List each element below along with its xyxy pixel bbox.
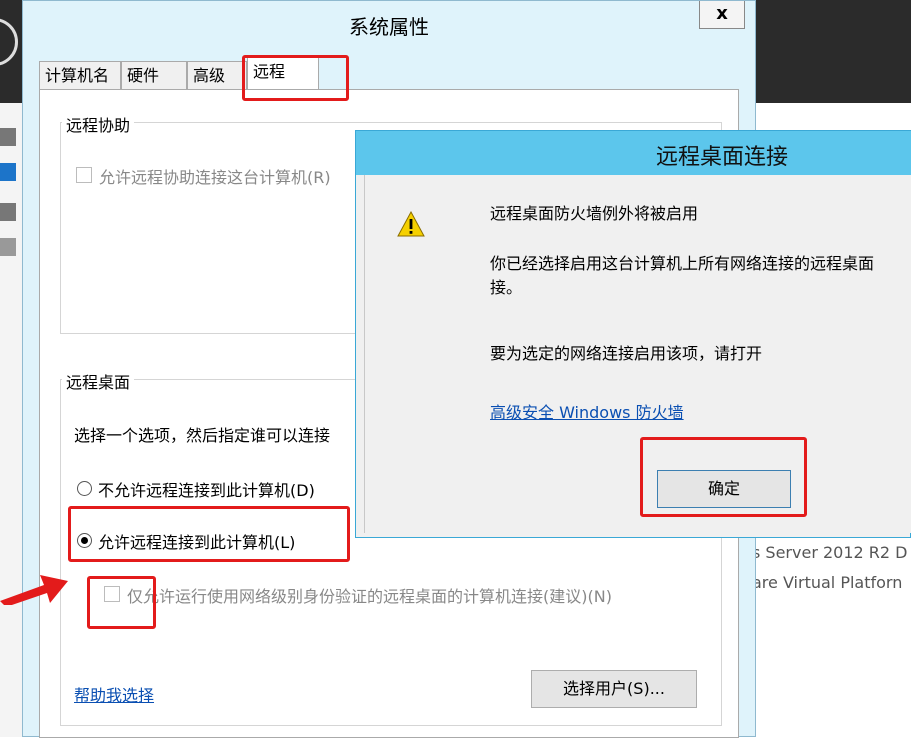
folder-icon (0, 238, 16, 256)
nla-checkbox[interactable] (104, 586, 120, 602)
os-info-text: s Server 2012 R2 D (752, 543, 908, 562)
ok-button[interactable]: 确定 (657, 470, 791, 508)
tab-advanced[interactable]: 高级 (187, 61, 247, 89)
server-icon (0, 128, 16, 146)
platform-info-text: are Virtual Platforn (752, 573, 903, 592)
popup-body: 远程桌面防火墙例外将被启用 你已经选择启用这台计算机上所有网络连接的远程桌面 接… (364, 175, 911, 533)
tab-hardware[interactable]: 硬件 (121, 61, 187, 89)
remote-desktop-title: 远程桌面 (62, 369, 135, 393)
dialog-titlebar: 系统属性 x (23, 1, 755, 45)
remote-desktop-instruction: 选择一个选项，然后指定谁可以连接 (74, 426, 331, 445)
allow-remote-label[interactable]: 允许远程连接到此计算机(L) (98, 529, 295, 553)
warning-icon (397, 211, 425, 237)
popup-title: 远程桌面连接 (656, 145, 789, 170)
message-line-2: 接。 (490, 278, 523, 297)
list-icon (0, 203, 16, 221)
red-arrow-icon (0, 575, 68, 605)
message-line-1: 你已经选择启用这台计算机上所有网络连接的远程桌面 (490, 254, 875, 273)
remote-assistance-title: 远程协助 (62, 112, 135, 136)
remote-desktop-connection-dialog: 远程桌面连接 远程桌面防火墙例外将被启用 你已经选择启用这台计算机上所有网络连接… (355, 130, 911, 538)
popup-titlebar: 远程桌面连接 (356, 131, 911, 175)
remote-assistance-label: 允许远程协助连接这台计算机(R) (99, 168, 331, 187)
nla-checkbox-label: 仅允许运行使用网络级别身份验证的远程桌面的计算机连接(建议)(N) (127, 587, 612, 606)
tab-remote[interactable]: 远程 (247, 57, 319, 90)
tab-computer-name[interactable]: 计算机名 (39, 61, 121, 89)
enable-instruction: 要为选定的网络连接启用该项，请打开 (490, 344, 763, 363)
allow-remote-radio[interactable] (77, 533, 92, 548)
help-me-choose-link[interactable]: 帮助我选择 (74, 682, 154, 706)
select-users-button[interactable]: 选择用户(S)... (531, 670, 697, 708)
close-button[interactable]: x (699, 1, 745, 29)
deny-remote-label[interactable]: 不允许远程连接到此计算机(D) (98, 477, 315, 501)
background-system-info: s Server 2012 R2 D are Virtual Platforn (752, 538, 911, 598)
info-icon (0, 163, 16, 181)
deny-remote-radio[interactable] (77, 481, 92, 496)
dialog-title: 系统属性 (349, 15, 429, 39)
remote-assistance-checkbox[interactable] (76, 167, 92, 183)
advanced-firewall-link[interactable]: 高级安全 Windows 防火墙 (490, 399, 684, 423)
firewall-exception-heading: 远程桌面防火墙例外将被启用 (490, 204, 699, 223)
